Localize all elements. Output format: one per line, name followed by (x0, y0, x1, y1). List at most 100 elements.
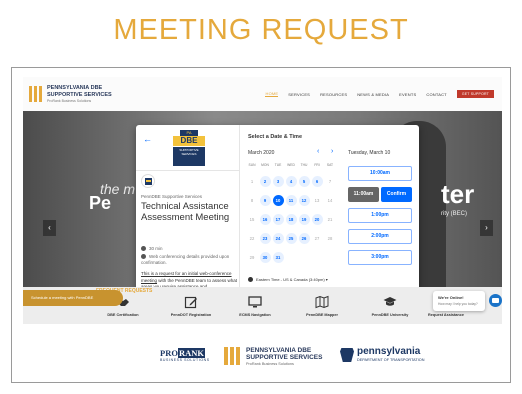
weekday-label: MON (261, 163, 269, 167)
penndbe-sub: ProRank Business Solutions (246, 362, 294, 366)
service-label: ECMS Navigation (239, 313, 271, 317)
calendar-day[interactable]: 6 (311, 176, 323, 187)
keystone-icon (340, 348, 354, 362)
calendar-day: 1 (250, 179, 254, 184)
chat-popup[interactable]: We're Online! How may I help you today? (433, 291, 485, 311)
nav-services[interactable]: SERVICES (288, 92, 310, 97)
calendar-day[interactable]: 20 (311, 214, 323, 225)
nav-events[interactable]: EVENTS (399, 92, 416, 97)
monitor-icon (248, 296, 262, 308)
clock-icon (141, 246, 146, 251)
event-title: Technical Assistance Assessment Meeting (141, 201, 230, 223)
service-label: PennDBE University (371, 313, 409, 317)
hero-next-arrow-icon[interactable]: › (480, 220, 493, 236)
calendar-day[interactable]: 9 (259, 195, 271, 206)
calendar-day[interactable]: 30 (259, 252, 271, 263)
nav-home[interactable]: HOME (265, 91, 279, 97)
prorank-pro: PRO (160, 348, 178, 358)
site-logo-line1[interactable]: PENNSYLVANIA DBE (47, 85, 102, 91)
calendar-day[interactable]: 5 (298, 176, 310, 187)
nav-contact[interactable]: CONTACT (426, 92, 446, 97)
weekday-label: SUN (248, 163, 256, 167)
calendar-day: 28 (327, 236, 333, 241)
calendar-day: 29 (249, 255, 255, 260)
calendar-day[interactable]: 3 (272, 176, 284, 187)
nav-news-media[interactable]: NEWS & MEDIA (357, 92, 389, 97)
hero-prev-arrow-icon[interactable]: ‹ (43, 220, 56, 236)
service-ecms-navigation[interactable]: ECMS Navigation (226, 295, 284, 317)
calendar-day: 8 (250, 198, 254, 203)
back-arrow-icon[interactable]: ← (143, 134, 152, 144)
calendar-day[interactable]: 26 (298, 233, 310, 244)
prev-month-icon[interactable]: ‹ (317, 148, 319, 155)
calendar-day[interactable]: 12 (298, 195, 310, 206)
event-details-panel: ← PA DBE SUPPORTIVE SERVICES PennDBE Sup… (136, 125, 240, 310)
globe-icon (248, 277, 253, 282)
penndbe-line2: SUPPORTIVE SERVICES (246, 354, 323, 361)
calendar-day: 22 (249, 236, 255, 241)
calendar-day: 7 (328, 179, 332, 184)
calendar-day: 27 (314, 236, 320, 241)
calendar-day: 15 (249, 217, 255, 222)
timezone-selector[interactable]: Eastern Time - US & Canada (3:40pm) ▾ (248, 277, 328, 282)
dbe-badge-main: DBE (173, 136, 205, 146)
month-label: March 2020 (248, 150, 275, 156)
calendar-day: 13 (314, 198, 320, 203)
calendar-day[interactable]: 4 (285, 176, 297, 187)
map-icon (315, 295, 329, 309)
website-screenshot: PENNSYLVANIA DBE SUPPORTIVE SERVICES Pro… (23, 77, 502, 324)
site-header: PENNSYLVANIA DBE SUPPORTIVE SERVICES Pro… (23, 77, 502, 111)
next-month-icon[interactable]: › (331, 148, 333, 155)
calendar-day[interactable]: 17 (272, 214, 284, 225)
dbe-badge-logo: PA DBE SUPPORTIVE SERVICES (173, 130, 205, 166)
calendar-day[interactable]: 11 (285, 195, 297, 206)
schedule-meeting-button[interactable]: Schedule a meeting with PennDBE (23, 290, 123, 306)
calendar-day[interactable]: 24 (272, 233, 284, 244)
time-slot-selected[interactable]: 11:00am (348, 187, 379, 202)
selected-date-heading: Tuesday, March 10 (348, 150, 391, 156)
edit-icon (184, 296, 197, 309)
conferencing-text: Web conferencing details provided upon c… (141, 254, 230, 265)
divider (136, 170, 240, 171)
calendar-day-selected[interactable]: 10 (272, 195, 284, 206)
penndbe-logo: PENNSYLVANIA DBE SUPPORTIVE SERVICES Pro… (222, 345, 332, 367)
dbe-badge-sub: SUPPORTIVE SERVICES (173, 147, 205, 166)
penndot-name: pennsylvania (357, 346, 421, 357)
service-penndbe-mapper[interactable]: PennDBE Mapper (293, 295, 351, 317)
service-penndot-registration[interactable]: PennDOT Registration (162, 295, 220, 317)
chat-subtitle: How may I help you today? (438, 302, 478, 306)
calendar-day: 21 (327, 217, 333, 222)
calendar-day[interactable]: 18 (285, 214, 297, 225)
time-slot[interactable]: 2:00pm (348, 229, 412, 244)
timezone-text: Eastern Time - US & Canada (3:40pm) ▾ (256, 277, 328, 282)
site-logo-line2[interactable]: SUPPORTIVE SERVICES (47, 92, 112, 98)
organization-name: PennDBE Supportive Services (141, 194, 203, 199)
calendar-day[interactable]: 2 (259, 176, 271, 187)
service-penndbe-university[interactable]: PennDBE University (361, 295, 419, 317)
time-slot[interactable]: 3:00pm (348, 250, 412, 265)
chat-bubble-icon[interactable] (489, 294, 502, 307)
calendar-day[interactable]: 31 (272, 252, 284, 263)
confirm-button[interactable]: Confirm (381, 187, 412, 202)
calendar-day[interactable]: 19 (298, 214, 310, 225)
video-icon (141, 254, 146, 259)
prorank-rank: RANK (177, 348, 205, 358)
site-logo-icon[interactable] (29, 86, 43, 102)
calendar-day[interactable]: 16 (259, 214, 271, 225)
hero-subtext-right: rity (BEC) (441, 211, 467, 217)
service-label: PennDBE Mapper (306, 313, 338, 317)
calendar-day[interactable]: 23 (259, 233, 271, 244)
penndbe-line1: PENNSYLVANIA DBE (246, 347, 312, 354)
calendar-heading: Select a Date & Time (248, 134, 303, 140)
hero-heading-right: ter (441, 179, 475, 209)
get-support-button[interactable]: GET SUPPORT (456, 90, 494, 98)
nav-resources[interactable]: RESOURCES (320, 92, 347, 97)
time-slot[interactable]: 10:00am (348, 166, 412, 181)
penndot-logo: pennsylvania DEPARTMENT OF TRANSPORTATIO… (340, 346, 450, 366)
calendar-day[interactable]: 25 (285, 233, 297, 244)
avatar (141, 174, 155, 188)
time-slot[interactable]: 1:00pm (348, 208, 412, 223)
conferencing-details: Web conferencing details provided upon c… (141, 254, 236, 266)
site-logo-sub: ProRank Business Solutions (47, 99, 92, 103)
graduation-cap-icon (383, 297, 397, 306)
